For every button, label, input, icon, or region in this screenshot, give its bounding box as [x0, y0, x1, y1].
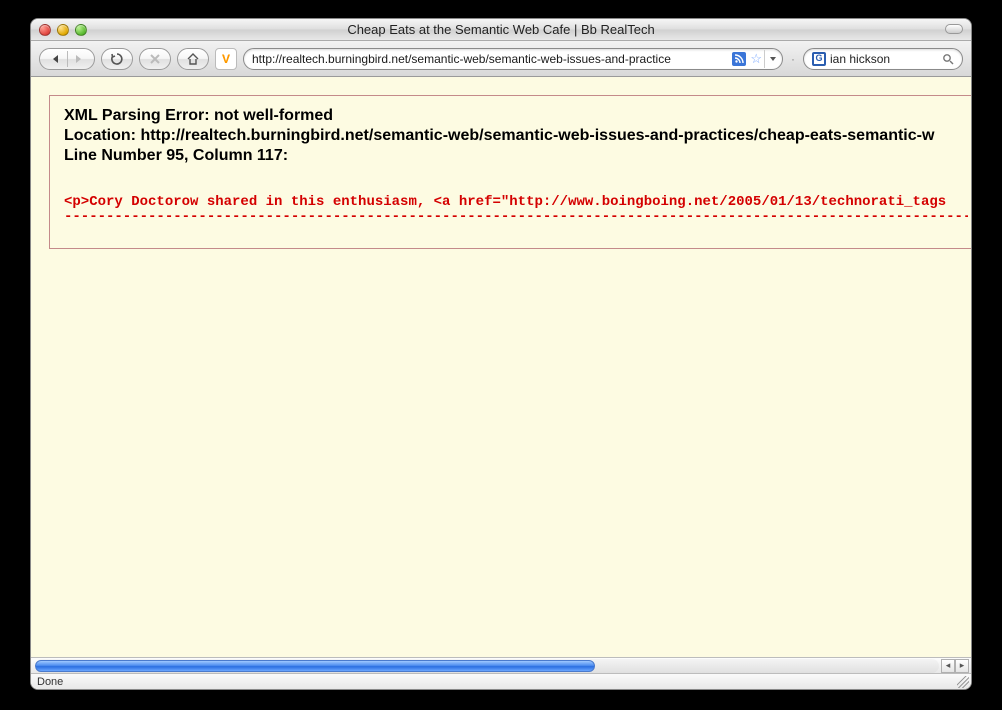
search-text[interactable]: ian hickson: [830, 52, 938, 66]
google-engine-icon[interactable]: G: [812, 52, 826, 66]
error-caret-line: ----------------------------------------…: [64, 210, 968, 224]
home-button[interactable]: [177, 48, 209, 70]
error-line-col: Line Number 95, Column 117:: [64, 146, 968, 166]
reload-button[interactable]: [101, 48, 133, 70]
reload-icon: [110, 52, 124, 66]
search-icon[interactable]: [942, 53, 954, 65]
resize-grip[interactable]: [957, 676, 969, 688]
stop-button[interactable]: [139, 48, 171, 70]
error-location: Location: http://realtech.burningbird.ne…: [64, 126, 968, 146]
traffic-lights: [31, 24, 87, 36]
horizontal-scrollbar[interactable]: ◂ ▸: [31, 657, 971, 673]
scrollbar-track[interactable]: [35, 659, 939, 673]
nav-back-forward: [39, 48, 95, 70]
stop-icon: [149, 53, 161, 65]
forward-icon[interactable]: [73, 54, 83, 64]
toolbar: V http://realtech.burningbird.net/semant…: [31, 41, 971, 77]
status-text: Done: [37, 676, 63, 688]
page-content: XML Parsing Error: not well-formed Locat…: [31, 77, 971, 689]
status-bar: Done: [31, 673, 971, 689]
error-title: XML Parsing Error: not well-formed: [64, 106, 968, 126]
scrollbar-thumb[interactable]: [35, 660, 595, 672]
url-bar[interactable]: http://realtech.burningbird.net/semantic…: [243, 48, 783, 70]
window-title: Cheap Eats at the Semantic Web Cafe | Bb…: [31, 22, 971, 37]
scroll-left-button[interactable]: ◂: [941, 659, 955, 673]
back-icon[interactable]: [51, 54, 61, 64]
browser-window: Cheap Eats at the Semantic Web Cafe | Bb…: [30, 18, 972, 690]
search-bar[interactable]: G ian hickson: [803, 48, 963, 70]
toolbar-separator: ·: [789, 52, 797, 66]
scroll-right-button[interactable]: ▸: [955, 659, 969, 673]
titlebar[interactable]: Cheap Eats at the Semantic Web Cafe | Bb…: [31, 19, 971, 41]
url-text[interactable]: http://realtech.burningbird.net/semantic…: [252, 52, 732, 66]
xml-error-box: XML Parsing Error: not well-formed Locat…: [49, 95, 971, 249]
url-dropdown-icon[interactable]: [764, 50, 780, 68]
minimize-window-button[interactable]: [57, 24, 69, 36]
rss-icon[interactable]: [732, 52, 746, 66]
site-favicon[interactable]: V: [215, 48, 237, 70]
home-icon: [186, 52, 200, 66]
close-window-button[interactable]: [39, 24, 51, 36]
error-source-line: <p>Cory Doctorow shared in this enthusia…: [64, 194, 968, 210]
bookmark-star-icon[interactable]: ☆: [750, 51, 762, 67]
toolbar-toggle-button[interactable]: [945, 24, 963, 34]
zoom-window-button[interactable]: [75, 24, 87, 36]
